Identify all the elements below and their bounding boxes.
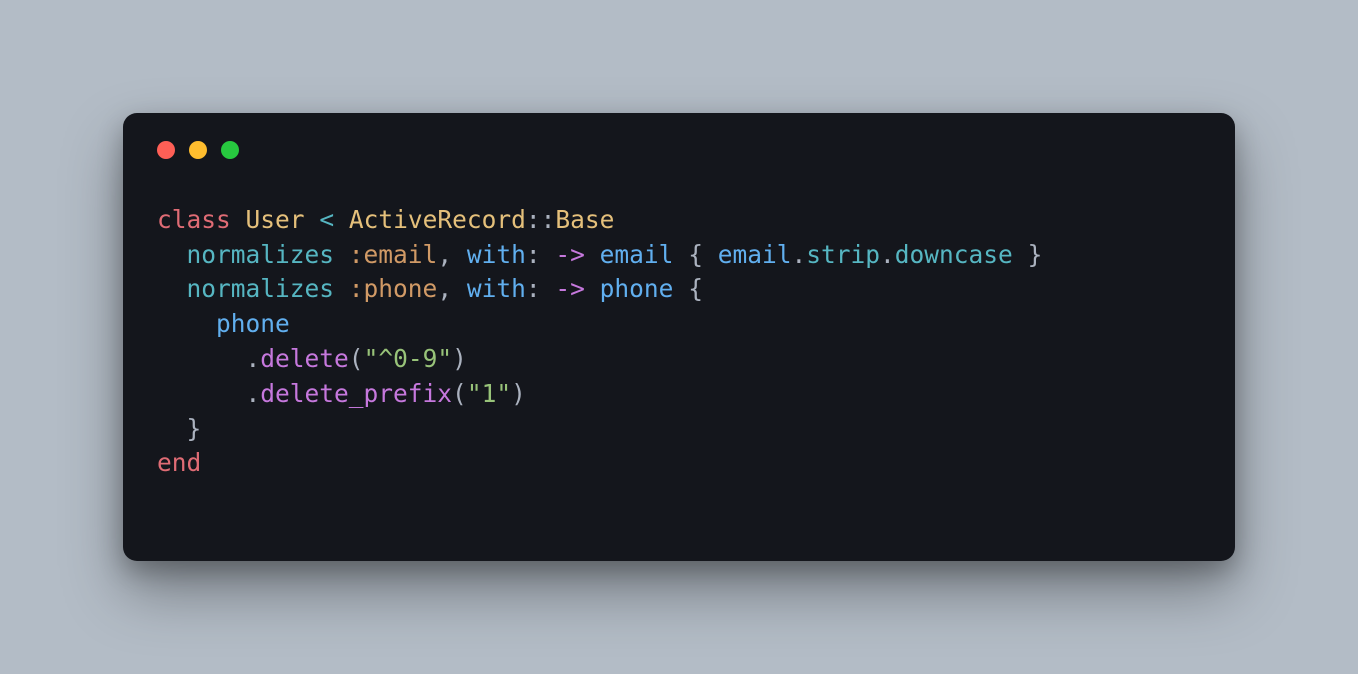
method-delete-prefix: delete_prefix — [260, 379, 452, 408]
symbol-email: :email — [349, 240, 438, 269]
paren-close: ) — [511, 379, 526, 408]
paren-open: ( — [349, 344, 364, 373]
lambda-arrow: -> — [555, 274, 585, 303]
paren-close: ) — [452, 344, 467, 373]
method-downcase: downcase — [895, 240, 1013, 269]
class-name-activerecord: ActiveRecord — [349, 205, 526, 234]
scope-operator: :: — [526, 205, 556, 234]
class-name-user: User — [246, 205, 305, 234]
code-window: class User < ActiveRecord::Base normaliz… — [123, 113, 1235, 561]
kwarg-with: with — [467, 274, 526, 303]
zoom-icon[interactable] — [221, 141, 239, 159]
method-delete: delete — [260, 344, 349, 373]
symbol-phone: :phone — [349, 274, 438, 303]
operator-inherit: < — [319, 205, 334, 234]
dot: . — [246, 344, 261, 373]
minimize-icon[interactable] — [189, 141, 207, 159]
traffic-lights — [157, 141, 1201, 159]
dot: . — [246, 379, 261, 408]
keyword-end: end — [157, 448, 201, 477]
dot: . — [880, 240, 895, 269]
kwarg-with: with — [467, 240, 526, 269]
lambda-arrow: -> — [555, 240, 585, 269]
param-phone: phone — [600, 274, 674, 303]
dot: . — [792, 240, 807, 269]
method-strip: strip — [806, 240, 880, 269]
var-phone: phone — [216, 309, 290, 338]
method-normalizes: normalizes — [187, 274, 335, 303]
var-email: email — [718, 240, 792, 269]
method-normalizes: normalizes — [187, 240, 335, 269]
brace-open: { — [688, 274, 703, 303]
brace-close: } — [187, 414, 202, 443]
string-digits: "^0-9" — [364, 344, 453, 373]
close-icon[interactable] — [157, 141, 175, 159]
class-name-base: Base — [555, 205, 614, 234]
keyword-class: class — [157, 205, 231, 234]
stage: class User < ActiveRecord::Base normaliz… — [0, 0, 1358, 674]
code-block: class User < ActiveRecord::Base normaliz… — [157, 203, 1201, 481]
comma: , — [437, 240, 452, 269]
colon: : — [526, 274, 541, 303]
brace-close: } — [1028, 240, 1043, 269]
paren-open: ( — [452, 379, 467, 408]
string-one: "1" — [467, 379, 511, 408]
brace-open: { — [688, 240, 703, 269]
colon: : — [526, 240, 541, 269]
comma: , — [437, 274, 452, 303]
param-email: email — [600, 240, 674, 269]
